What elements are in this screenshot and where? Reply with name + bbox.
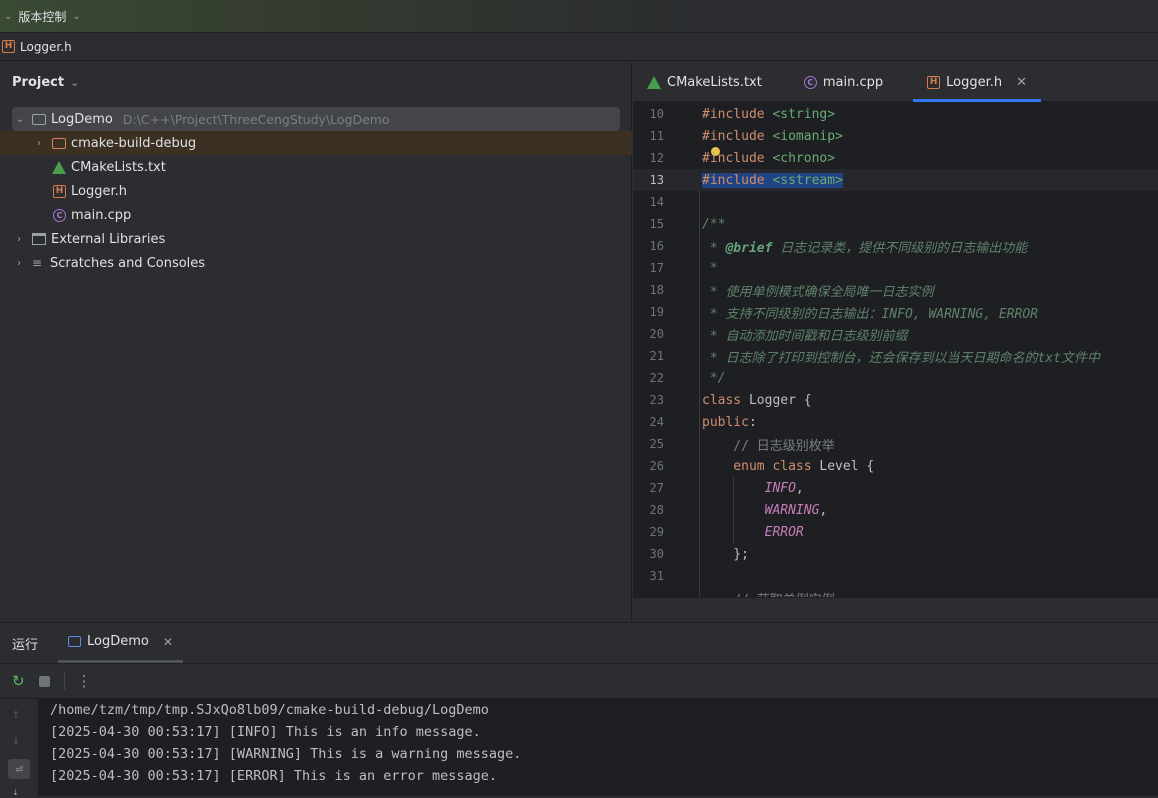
code-line: 24 public: xyxy=(649,414,757,430)
top-bar: ⌄ 版本控制 ⌄ xyxy=(0,0,1158,33)
console-line: /home/tzm/tmp/tmp.SJxQo8lb09/cmake-build… xyxy=(50,702,489,718)
chevron-down-icon: ⌄ xyxy=(4,10,13,22)
project-panel: Project ⌄ ⌄ LogDemo D:\C++\Project\Three… xyxy=(0,62,632,621)
tree-item-scratches[interactable]: › ≡ Scratches and Consoles xyxy=(12,251,205,275)
folder-icon xyxy=(52,137,66,149)
tree-item-logger-h[interactable]: H Logger.h xyxy=(53,179,127,203)
run-label[interactable]: 运行 xyxy=(0,634,50,653)
tree-item-label: CMakeLists.txt xyxy=(71,159,166,175)
cmake-icon xyxy=(647,75,661,89)
tab-label: Logger.h xyxy=(946,74,1003,90)
tab-logger-h[interactable]: H Logger.h ✕ xyxy=(913,62,1041,102)
scratches-icon: ≡ xyxy=(32,256,43,270)
console-gutter: ↑ ↓ ⏎ ⇣ xyxy=(0,699,38,798)
console-line: [2025-04-30 00:53:17] [ERROR] This is an… xyxy=(50,768,498,784)
code-line: 19 * 支持不同级别的日志输出：INFO, WARNING, ERROR xyxy=(649,305,1039,322)
code-line: 30 }; xyxy=(649,546,749,562)
code-line: 18 * 使用单例模式确保全局唯一日志实例 xyxy=(649,283,934,300)
tree-item-label: External Libraries xyxy=(51,231,166,247)
code-line: 14 xyxy=(649,195,664,209)
header-file-icon: H xyxy=(2,40,15,53)
editor-tabs: CMakeLists.txt C main.cpp H Logger.h ✕ xyxy=(633,62,1158,102)
code-line: 17 * xyxy=(649,260,718,276)
header-file-icon: H xyxy=(53,184,66,198)
tree-item-cmakelists[interactable]: CMakeLists.txt xyxy=(52,155,166,179)
more-icon[interactable]: ⋮ xyxy=(63,672,92,690)
breadcrumb-file[interactable]: Logger.h xyxy=(20,40,72,54)
chevron-right-icon[interactable]: › xyxy=(32,138,46,149)
chevron-right-icon[interactable]: › xyxy=(12,258,26,269)
tab-cmakelists[interactable]: CMakeLists.txt xyxy=(633,62,776,102)
tree-item-cmake-build-debug[interactable]: › cmake-build-debug xyxy=(0,131,632,155)
tree-item-label: Logger.h xyxy=(71,183,127,199)
code-line: 29 ERROR xyxy=(649,524,804,540)
close-icon[interactable]: ✕ xyxy=(1016,75,1027,90)
code-line: 12 #include <chrono> xyxy=(649,150,836,166)
run-tab-logdemo[interactable]: LogDemo ✕ xyxy=(58,623,183,663)
tree-item-external-libraries[interactable]: › External Libraries xyxy=(12,227,165,251)
chevron-down-icon[interactable]: ⌄ xyxy=(13,114,27,125)
chevron-right-icon[interactable]: › xyxy=(12,234,26,245)
header-file-icon: H xyxy=(927,75,941,89)
chevron-down-icon: ⌄ xyxy=(72,10,81,22)
run-toolbar: ↻ ⋮ xyxy=(0,663,1158,699)
run-tab-label: LogDemo xyxy=(87,634,149,649)
tree-item-label: LogDemo xyxy=(51,111,113,127)
run-panel: 运行 LogDemo ✕ ↻ ⋮ ↑ ↓ ⏎ ⇣ /home/tzm/tmp/t… xyxy=(0,622,1158,798)
code-line: 22 */ xyxy=(649,370,726,386)
console-icon xyxy=(68,636,82,647)
code-line: 26 enum class Level { xyxy=(649,458,875,474)
tree-item-label: Scratches and Consoles xyxy=(50,255,206,271)
breadcrumb: H Logger.h xyxy=(0,33,1158,61)
cpp-file-icon: C xyxy=(803,75,817,89)
console-line: [2025-04-30 00:53:17] [INFO] This is an … xyxy=(50,724,481,740)
console-line: [2025-04-30 00:53:17] [WARNING] This is … xyxy=(50,746,522,762)
console-output[interactable]: ↑ ↓ ⏎ ⇣ /home/tzm/tmp/tmp.SJxQo8lb09/cma… xyxy=(0,699,1158,798)
rerun-icon[interactable]: ↻ xyxy=(12,672,25,690)
tab-label: CMakeLists.txt xyxy=(667,74,762,90)
folder-icon xyxy=(32,113,46,125)
library-icon xyxy=(32,233,46,245)
code-line: 21 * 日志除了打印到控制台，还会保存到以当天日期命名的txt文件中 xyxy=(649,349,1100,366)
scroll-end-icon[interactable]: ⇣ xyxy=(12,785,19,798)
cpp-file-icon: C xyxy=(53,208,66,222)
tree-item-label: main.cpp xyxy=(71,207,132,223)
project-title: Project xyxy=(12,74,65,90)
chevron-down-icon: ⌄ xyxy=(70,75,80,89)
code-line: 10 #include <string> xyxy=(649,106,836,122)
vcs-label: 版本控制 xyxy=(18,9,67,24)
arrow-up-icon[interactable]: ↑ xyxy=(12,707,20,722)
project-header[interactable]: Project ⌄ xyxy=(0,62,631,102)
code-area[interactable]: 10 #include <string> 11 #include <iomanip>… xyxy=(633,103,1158,597)
soft-wrap-icon[interactable]: ⏎ xyxy=(8,759,30,779)
run-tabs: 运行 LogDemo ✕ xyxy=(0,623,1158,663)
code-line: 11 #include <iomanip> xyxy=(649,128,843,144)
stop-icon[interactable] xyxy=(38,675,50,687)
tree-item-label: cmake-build-debug xyxy=(71,135,197,151)
code-line: 31 xyxy=(649,569,664,583)
editor-panel: CMakeLists.txt C main.cpp H Logger.h ✕ 1… xyxy=(633,62,1158,597)
vcs-menu[interactable]: ⌄ 版本控制 ⌄ xyxy=(0,4,81,28)
tab-main-cpp[interactable]: C main.cpp xyxy=(776,62,897,102)
cmake-icon xyxy=(52,160,66,174)
code-line: 23 class Logger { xyxy=(649,392,812,408)
tree-item-main-cpp[interactable]: C main.cpp xyxy=(53,203,131,227)
close-icon[interactable]: ✕ xyxy=(163,635,173,649)
code-line: 28 WARNING, xyxy=(649,502,828,518)
arrow-down-icon[interactable]: ↓ xyxy=(12,733,20,748)
tree-item-logdemo[interactable]: ⌄ LogDemo D:\C++\Project\ThreeCengStudy\… xyxy=(12,107,620,131)
code-line-current: 13 #include <sstream> xyxy=(633,169,1158,191)
code-line: 20 * 自动添加时间戳和日志级别前缀 xyxy=(649,327,908,344)
code-line: // 获取单例实例 xyxy=(633,587,1158,598)
code-line: 27 INFO, xyxy=(649,480,804,496)
project-path: D:\C++\Project\ThreeCengStudy\LogDemo xyxy=(122,111,390,127)
tab-label: main.cpp xyxy=(822,74,884,90)
editor-statusline xyxy=(633,597,1158,621)
code-line: 25 // 日志级别枚举 xyxy=(649,437,835,454)
code-line: 15/** xyxy=(649,216,726,232)
code-line: 16 * @brief 日志记录类，提供不同级别的日志输出功能 xyxy=(649,239,1028,256)
